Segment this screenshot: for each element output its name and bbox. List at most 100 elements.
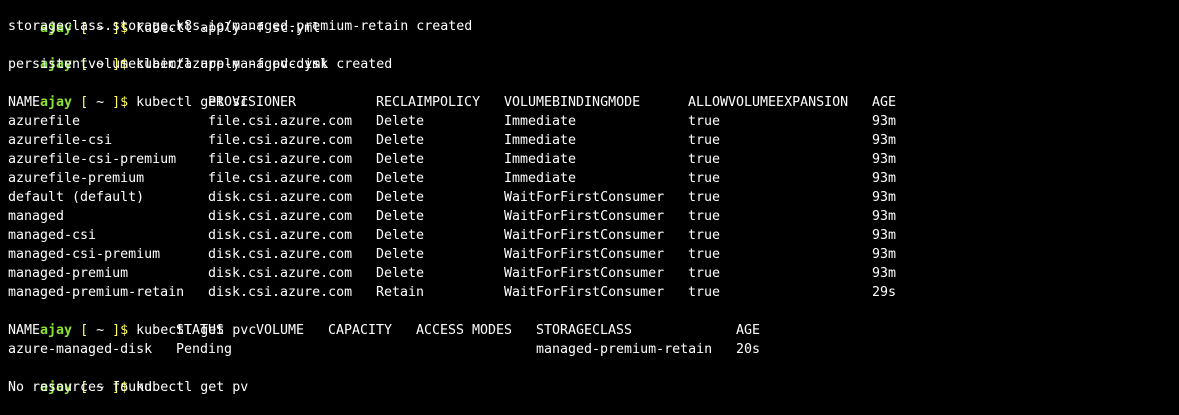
sc-cell-age: 93m <box>872 152 897 167</box>
sc-header-provisioner: PROVISIONER <box>208 95 297 110</box>
sc-cell-bindingmode: WaitForFirstConsumer <box>504 266 665 281</box>
sc-cell-name: azurefile-csi-premium <box>8 152 177 167</box>
sc-cell-reclaimpolicy: Delete <box>376 114 425 129</box>
command-output: storageclass.storage.k8s.io/managed-prem… <box>8 19 473 34</box>
pvc-cell-name: azure-managed-disk <box>8 342 153 357</box>
sc-header-reclaimpolicy: RECLAIMPOLICY <box>376 95 481 110</box>
sc-table-row: default (default) disk.csi.azure.com Del… <box>8 188 1168 207</box>
sc-cell-provisioner: disk.csi.azure.com <box>208 266 353 281</box>
sc-cell-expansion: true <box>688 133 721 148</box>
sc-cell-provisioner: disk.csi.azure.com <box>208 190 353 205</box>
sc-cell-age: 93m <box>872 171 897 186</box>
sc-cell-expansion: true <box>688 247 721 262</box>
sc-cell-bindingmode: Immediate <box>504 133 577 148</box>
sc-cell-name: azurefile <box>8 114 81 129</box>
sc-cell-reclaimpolicy: Delete <box>376 133 425 148</box>
sc-cell-expansion: true <box>688 152 721 167</box>
prompt-line: ajay [ ~ ]$ kubectl get pvc <box>8 302 256 338</box>
sc-cell-bindingmode: Immediate <box>504 114 577 129</box>
sc-header-allowvolumeexpansion: ALLOWVOLUMEEXPANSION <box>688 95 849 110</box>
prompt-line: ajay [ ~ ]$ kubectl apply -f pvc.yml <box>8 36 328 72</box>
sc-cell-bindingmode: WaitForFirstConsumer <box>504 190 665 205</box>
sc-header-volumebindingmode: VOLUMEBINDINGMODE <box>504 95 641 110</box>
sc-header-name: NAME <box>8 95 41 110</box>
sc-table-row: managed-premium-retain disk.csi.azure.co… <box>8 283 1168 302</box>
sc-table-row: managed-csi disk.csi.azure.com Delete Wa… <box>8 226 1168 245</box>
prompt-line: ajay [ ~ ]$ kubectl get sc <box>8 74 248 110</box>
sc-cell-reclaimpolicy: Delete <box>376 190 425 205</box>
sc-cell-expansion: true <box>688 266 721 281</box>
sc-cell-name: azurefile-csi <box>8 133 113 148</box>
pvc-header-age: AGE <box>736 323 761 338</box>
sc-cell-expansion: true <box>688 285 721 300</box>
sc-cell-provisioner: disk.csi.azure.com <box>208 247 353 262</box>
sc-cell-provisioner: file.csi.azure.com <box>208 114 353 129</box>
sc-cell-reclaimpolicy: Delete <box>376 228 425 243</box>
pvc-header-name: NAME <box>8 323 41 338</box>
sc-cell-name: managed-premium <box>8 266 129 281</box>
sc-cell-reclaimpolicy: Delete <box>376 171 425 186</box>
sc-cell-age: 93m <box>872 190 897 205</box>
pvc-header-storageclass: STORAGECLASS <box>536 323 633 338</box>
sc-cell-reclaimpolicy: Delete <box>376 247 425 262</box>
command-output: No resources found <box>8 380 153 395</box>
sc-cell-name: managed <box>8 209 65 224</box>
sc-cell-age: 93m <box>872 133 897 148</box>
command-output: persistentvolumeclaim/azure-managed-disk… <box>8 57 393 72</box>
sc-cell-provisioner: disk.csi.azure.com <box>208 228 353 243</box>
sc-table-header: NAME PROVISIONER RECLAIMPOLICY VOLUMEBIN… <box>8 93 1168 112</box>
pvc-header-access-modes: ACCESS MODES <box>416 323 513 338</box>
pvc-table-header: NAME STATUS VOLUME CAPACITY ACCESS MODES… <box>8 321 1168 340</box>
sc-cell-bindingmode: WaitForFirstConsumer <box>504 228 665 243</box>
sc-cell-age: 93m <box>872 114 897 129</box>
pvc-cell-storageclass: managed-premium-retain <box>536 342 713 357</box>
command-text: kubectl get pv <box>136 380 249 395</box>
pvc-table-row: azure-managed-disk Pending managed-premi… <box>8 340 1168 359</box>
sc-cell-name: managed-csi-premium <box>8 247 161 262</box>
sc-cell-reclaimpolicy: Retain <box>376 285 425 300</box>
pvc-cell-status: Pending <box>176 342 233 357</box>
sc-table-row: managed-csi-premium disk.csi.azure.com D… <box>8 245 1168 264</box>
pvc-cell-age: 20s <box>736 342 761 357</box>
sc-cell-name: azurefile-premium <box>8 171 145 186</box>
sc-header-age: AGE <box>872 95 897 110</box>
sc-cell-bindingmode: WaitForFirstConsumer <box>504 285 665 300</box>
sc-table-row: azurefile file.csi.azure.com Delete Imme… <box>8 112 1168 131</box>
sc-table-row: azurefile-csi-premium file.csi.azure.com… <box>8 150 1168 169</box>
sc-cell-reclaimpolicy: Delete <box>376 209 425 224</box>
sc-cell-age: 93m <box>872 209 897 224</box>
sc-cell-expansion: true <box>688 171 721 186</box>
sc-cell-age: 93m <box>872 266 897 281</box>
sc-cell-provisioner: file.csi.azure.com <box>208 152 353 167</box>
sc-cell-bindingmode: Immediate <box>504 152 577 167</box>
sc-cell-age: 93m <box>872 228 897 243</box>
sc-cell-expansion: true <box>688 114 721 129</box>
sc-table-row: managed disk.csi.azure.com Delete WaitFo… <box>8 207 1168 226</box>
sc-cell-provisioner: file.csi.azure.com <box>208 133 353 148</box>
sc-cell-bindingmode: WaitForFirstConsumer <box>504 209 665 224</box>
sc-cell-provisioner: disk.csi.azure.com <box>208 209 353 224</box>
terminal-window[interactable]: ajay [ ~ ]$ kubectl apply -f sc.yml stor… <box>0 0 1179 415</box>
sc-cell-reclaimpolicy: Delete <box>376 152 425 167</box>
pvc-header-volume: VOLUME <box>256 323 305 338</box>
sc-cell-expansion: true <box>688 190 721 205</box>
sc-table-row: azurefile-csi file.csi.azure.com Delete … <box>8 131 1168 150</box>
pvc-header-capacity: CAPACITY <box>328 323 393 338</box>
sc-cell-age: 29s <box>872 285 897 300</box>
pvc-header-status: STATUS <box>176 323 225 338</box>
sc-cell-bindingmode: WaitForFirstConsumer <box>504 247 665 262</box>
sc-cell-expansion: true <box>688 209 721 224</box>
current-prompt-line[interactable]: ajay [ ~ ]$ <box>8 397 142 415</box>
sc-cell-age: 93m <box>872 247 897 262</box>
sc-cell-expansion: true <box>688 228 721 243</box>
sc-cell-name: default (default) <box>8 190 145 205</box>
prompt-line: ajay [ ~ ]$ kubectl get pv <box>8 359 248 395</box>
sc-table-row: managed-premium disk.csi.azure.com Delet… <box>8 264 1168 283</box>
sc-cell-name: managed-premium-retain <box>8 285 185 300</box>
sc-cell-provisioner: file.csi.azure.com <box>208 171 353 186</box>
sc-cell-bindingmode: Immediate <box>504 171 577 186</box>
sc-cell-reclaimpolicy: Delete <box>376 266 425 281</box>
sc-cell-provisioner: disk.csi.azure.com <box>208 285 353 300</box>
sc-cell-name: managed-csi <box>8 228 97 243</box>
sc-table-row: azurefile-premium file.csi.azure.com Del… <box>8 169 1168 188</box>
